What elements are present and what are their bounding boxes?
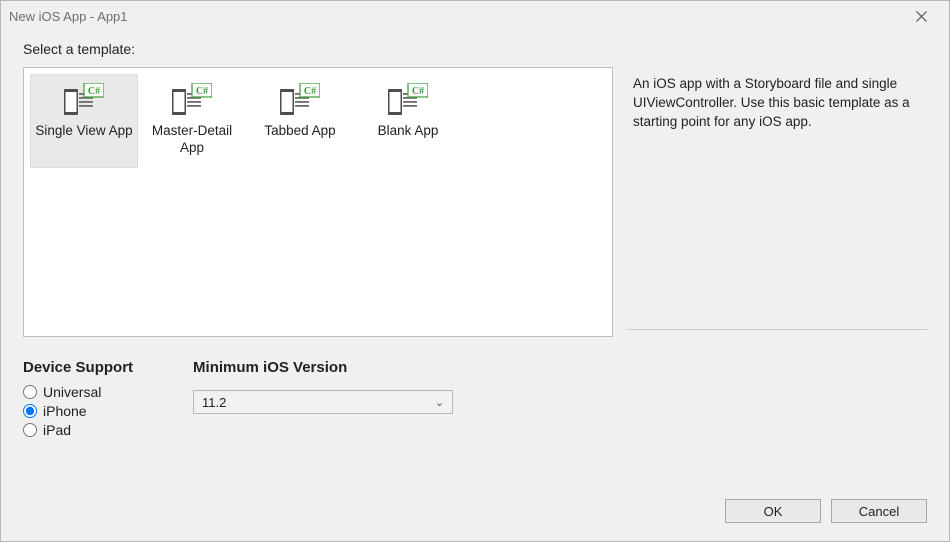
svg-text:C#: C# [88, 86, 100, 97]
close-icon [916, 11, 927, 22]
device-support-radios: Universal iPhone iPad [23, 384, 133, 438]
dialog-window: New iOS App - App1 Select a template: [0, 0, 950, 542]
description-separator [627, 329, 927, 330]
svg-text:C#: C# [412, 86, 424, 97]
ok-button[interactable]: OK [725, 499, 821, 523]
template-label: Blank App [359, 123, 457, 140]
csharp-app-icon: C# [64, 83, 104, 117]
min-ios-group: Minimum iOS Version 11.2 ⌄ [193, 359, 453, 441]
template-and-description: C# Single View App [23, 67, 927, 337]
template-list[interactable]: C# Single View App [23, 67, 613, 337]
button-label: OK [764, 504, 783, 519]
device-support-title: Device Support [23, 359, 133, 376]
title-bar: New iOS App - App1 [1, 1, 949, 31]
cancel-button[interactable]: Cancel [831, 499, 927, 523]
chevron-down-icon: ⌄ [435, 396, 444, 409]
template-grid: C# Single View App [30, 74, 606, 168]
csharp-app-icon: C# [172, 83, 212, 117]
template-description: An iOS app with a Storyboard file and si… [633, 75, 921, 132]
radio-universal[interactable]: Universal [23, 384, 133, 400]
radio-iphone[interactable]: iPhone [23, 403, 133, 419]
close-button[interactable] [901, 2, 941, 30]
svg-text:C#: C# [196, 86, 208, 97]
prompt-label: Select a template: [23, 41, 927, 57]
description-panel: An iOS app with a Storyboard file and si… [627, 67, 927, 337]
device-support-group: Device Support Universal iPhone iPad [23, 359, 133, 441]
radio-universal-input[interactable] [23, 385, 37, 399]
min-ios-title: Minimum iOS Version [193, 359, 453, 376]
radio-label: iPad [43, 422, 71, 438]
min-ios-select[interactable]: 11.2 ⌄ [193, 390, 453, 414]
content-area: Select a template: [1, 31, 949, 493]
template-label: Master-Detail App [143, 123, 241, 157]
options-row: Device Support Universal iPhone iPad [23, 359, 927, 441]
radio-ipad[interactable]: iPad [23, 422, 133, 438]
template-single-view-app[interactable]: C# Single View App [30, 74, 138, 168]
svg-text:C#: C# [304, 86, 316, 97]
csharp-app-icon: C# [280, 83, 320, 117]
window-title: New iOS App - App1 [9, 9, 128, 24]
template-label: Single View App [35, 123, 133, 140]
csharp-app-icon: C# [388, 83, 428, 117]
radio-ipad-input[interactable] [23, 423, 37, 437]
dialog-footer: OK Cancel [1, 493, 949, 541]
radio-label: Universal [43, 384, 101, 400]
template-label: Tabbed App [251, 123, 349, 140]
radio-iphone-input[interactable] [23, 404, 37, 418]
template-tabbed-app[interactable]: C# Tabbed App [246, 74, 354, 168]
template-blank-app[interactable]: C# Blank App [354, 74, 462, 168]
template-master-detail-app[interactable]: C# Master-Detail App [138, 74, 246, 168]
min-ios-selected-value: 11.2 [202, 395, 226, 410]
radio-label: iPhone [43, 403, 87, 419]
button-label: Cancel [859, 504, 899, 519]
